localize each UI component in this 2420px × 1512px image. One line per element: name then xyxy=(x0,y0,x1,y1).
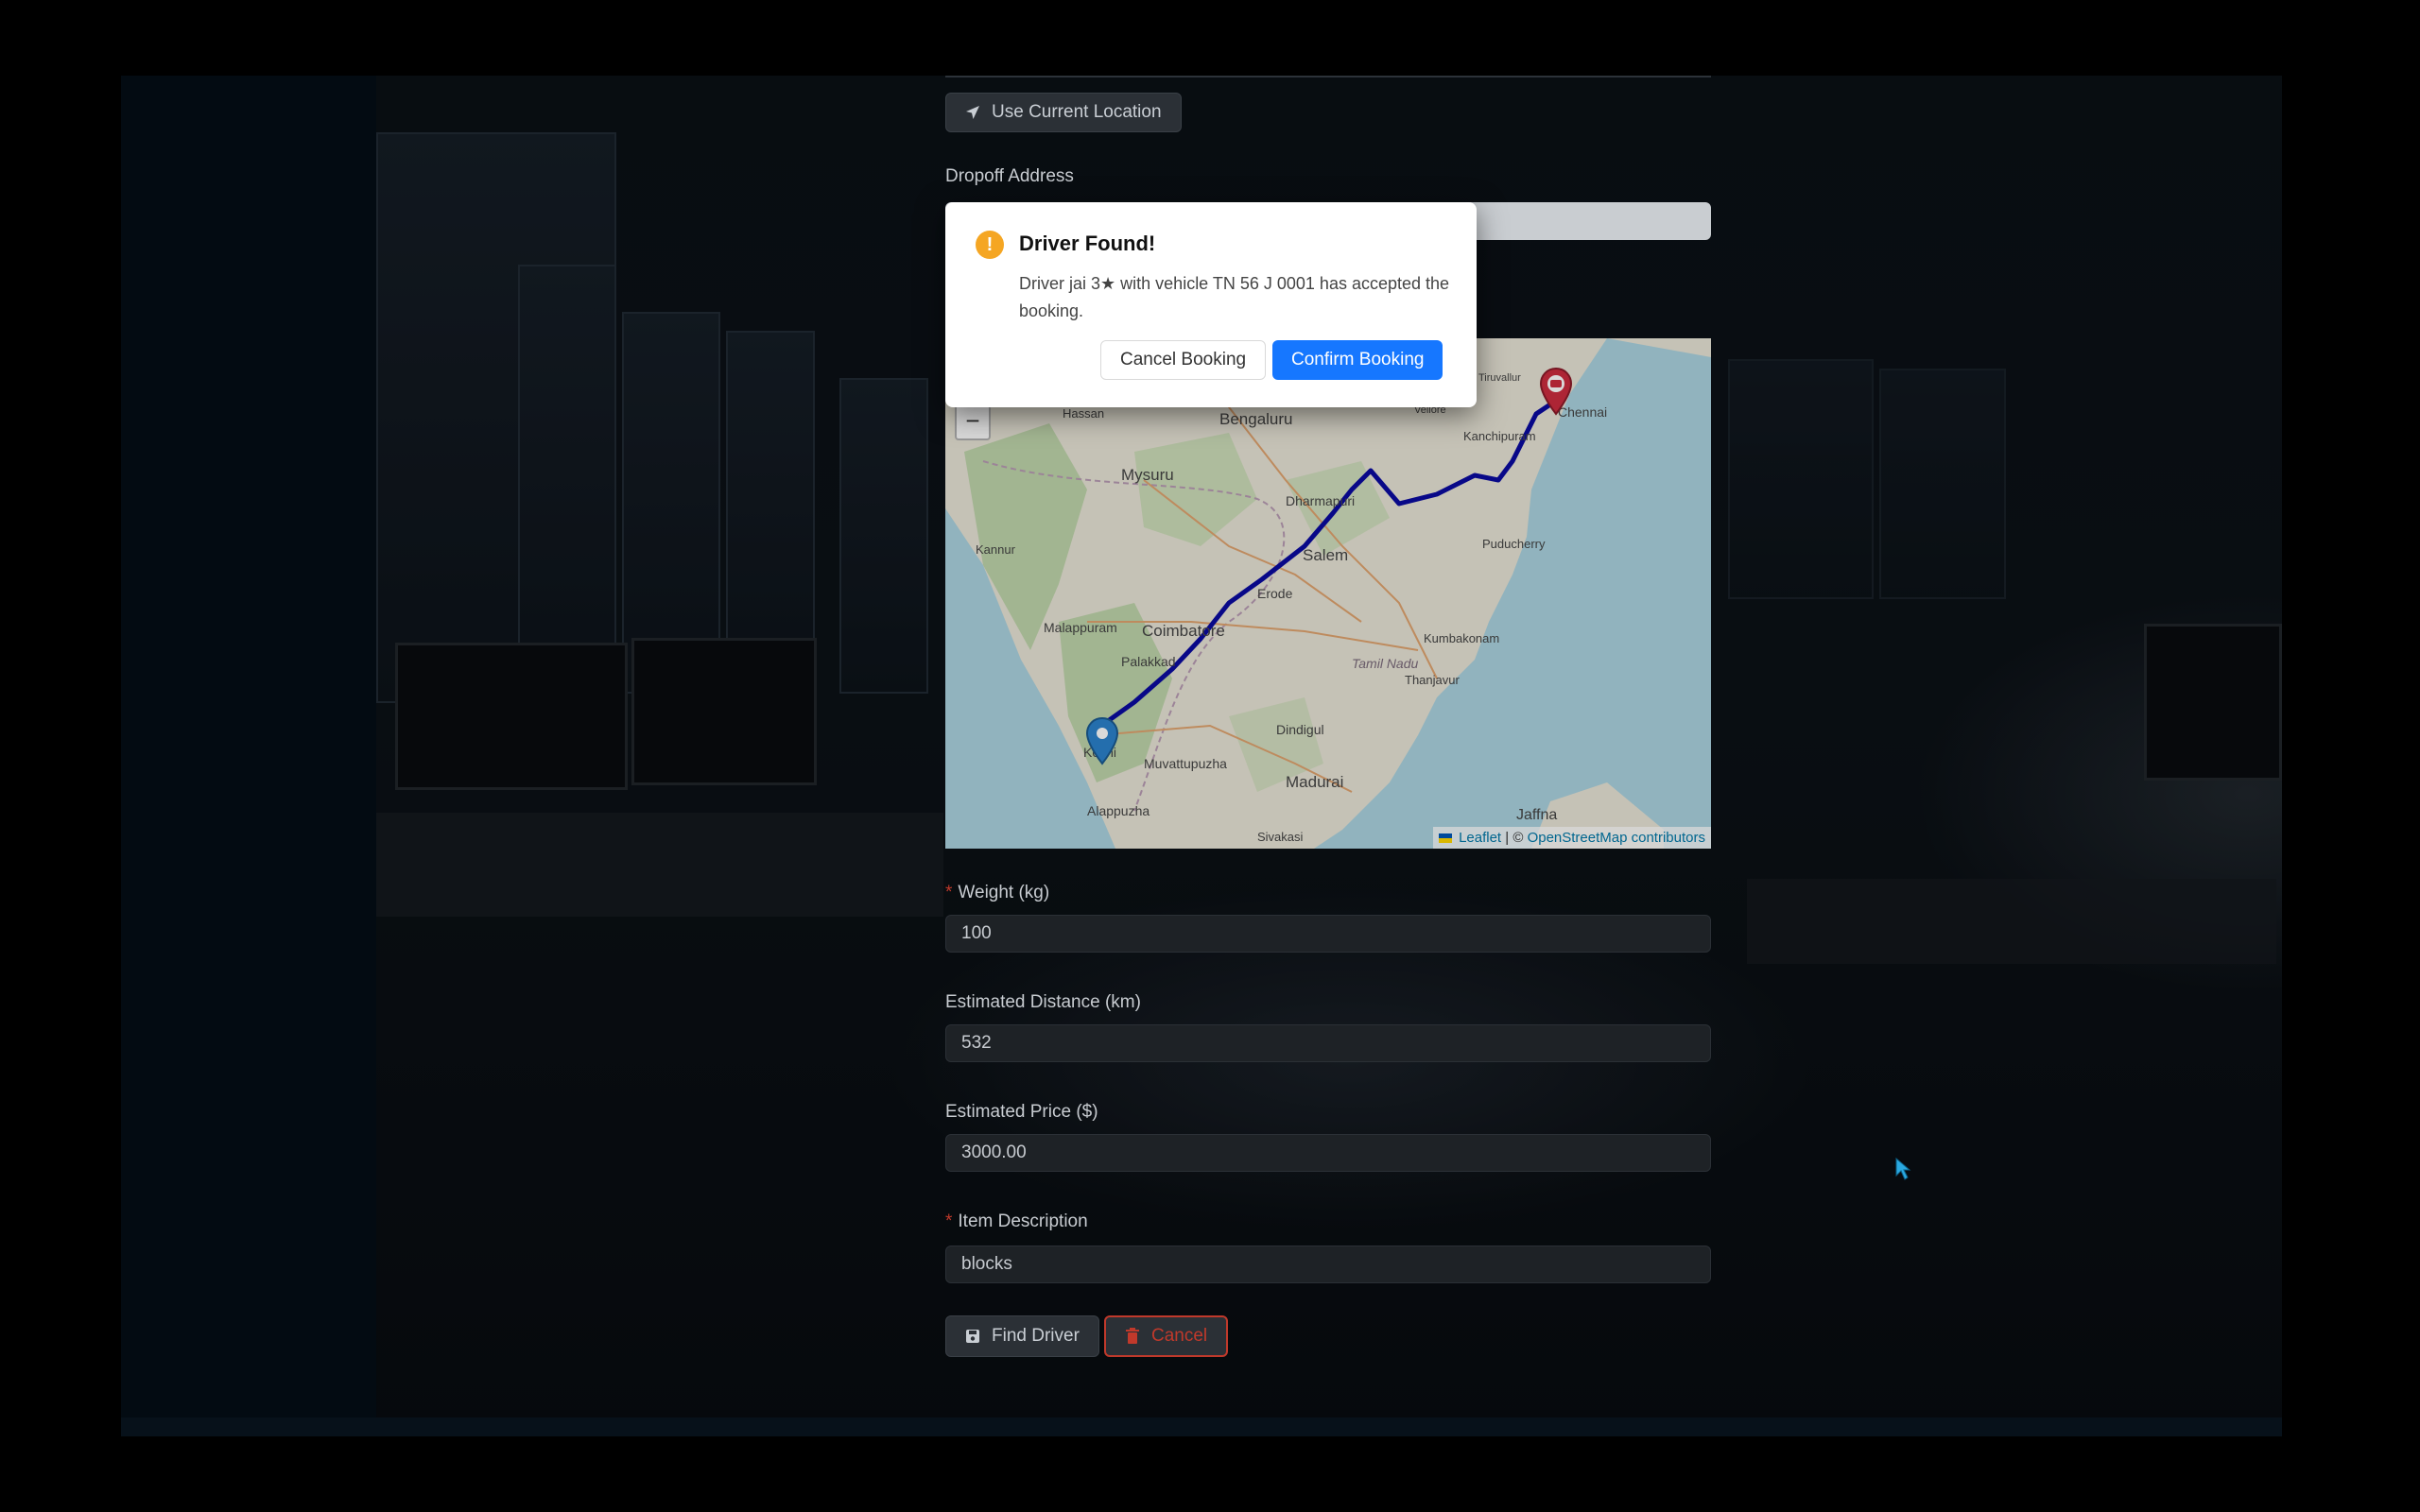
place-label: Kumbakonam xyxy=(1424,631,1500,645)
place-label: Salem xyxy=(1303,546,1349,564)
location-arrow-icon xyxy=(966,106,979,119)
place-label: Dharmapuri xyxy=(1286,493,1356,508)
price-input[interactable]: 3000.00 xyxy=(945,1134,1711,1172)
use-current-location-button[interactable]: Use Current Location xyxy=(945,93,1182,132)
osm-link[interactable]: OpenStreetMap contributors xyxy=(1528,830,1705,846)
place-label: Puducherry xyxy=(1482,537,1546,551)
place-label: Madurai xyxy=(1286,773,1344,791)
dialog-message: Driver jai 3★ with vehicle TN 56 J 0001 … xyxy=(1019,274,1450,320)
map-labels: Hassan Bengaluru Mysuru Kannur Dharmapur… xyxy=(945,338,1711,849)
place-label: Dindigul xyxy=(1276,722,1324,737)
cancel-booking-button[interactable]: Cancel Booking xyxy=(1100,340,1267,380)
weight-label: * Weight (kg) xyxy=(945,883,1049,903)
item-description-label: * Item Description xyxy=(945,1211,1088,1232)
dropoff-address-label: Dropoff Address xyxy=(945,166,1074,186)
place-label: Mysuru xyxy=(1121,466,1174,484)
pickup-marker-icon[interactable] xyxy=(1085,716,1119,765)
dialog-title: Driver Found! xyxy=(1019,232,1156,255)
zoom-out-button[interactable]: − xyxy=(955,404,991,440)
place-label: Coimbatore xyxy=(1142,622,1225,640)
distance-input[interactable]: 532 xyxy=(945,1024,1711,1062)
divider xyxy=(945,76,1711,77)
place-label: Kannur xyxy=(976,542,1015,557)
dropoff-marker-icon[interactable] xyxy=(1539,367,1573,416)
place-label: Hassan xyxy=(1063,406,1105,421)
leaflet-link[interactable]: Leaflet xyxy=(1459,830,1501,846)
save-icon xyxy=(966,1330,979,1343)
use-current-location-label: Use Current Location xyxy=(992,102,1162,122)
ukraine-flag-icon xyxy=(1438,833,1452,844)
mouse-cursor-icon xyxy=(1895,1157,1911,1180)
place-label: Palakkad xyxy=(1121,654,1176,669)
weight-input[interactable]: 100 xyxy=(945,915,1711,953)
cancel-label: Cancel xyxy=(1151,1326,1208,1346)
route-map[interactable]: Hassan Bengaluru Mysuru Kannur Dharmapur… xyxy=(945,338,1711,849)
place-label: Bengaluru xyxy=(1219,410,1293,428)
place-label: Malappuram xyxy=(1044,620,1117,635)
map-attribution: Leaflet | © OpenStreetMap contributors xyxy=(1432,827,1711,849)
find-driver-label: Find Driver xyxy=(992,1326,1080,1346)
distance-label: Estimated Distance (km) xyxy=(945,992,1141,1012)
driver-found-dialog: ! Driver Found! Driver jai 3★ with vehic… xyxy=(945,202,1477,407)
place-label: Alappuzha xyxy=(1087,803,1150,818)
item-description-input[interactable]: blocks xyxy=(945,1246,1711,1283)
trash-icon xyxy=(1126,1328,1139,1344)
required-mark: * xyxy=(945,883,953,902)
place-label: Jaffna xyxy=(1516,807,1558,823)
place-label: Sivakasi xyxy=(1257,830,1304,844)
place-label: Erode xyxy=(1257,586,1293,601)
weight-label-text: Weight (kg) xyxy=(958,883,1050,902)
required-mark: * xyxy=(945,1211,953,1231)
find-driver-button[interactable]: Find Driver xyxy=(945,1315,1099,1357)
item-description-label-text: Item Description xyxy=(958,1211,1088,1231)
confirm-booking-button[interactable]: Confirm Booking xyxy=(1272,340,1443,380)
place-label: Tiruvallur xyxy=(1478,372,1521,384)
place-label: Tamil Nadu xyxy=(1352,656,1419,671)
price-label: Estimated Price ($) xyxy=(945,1102,1098,1122)
attribution-separator: | © xyxy=(1501,830,1528,846)
warning-icon: ! xyxy=(976,231,1004,259)
cancel-button[interactable]: Cancel xyxy=(1104,1315,1229,1357)
place-label: Muvattupuzha xyxy=(1144,756,1227,771)
place-label: Kanchipuram xyxy=(1463,429,1536,443)
place-label: Thanjavur xyxy=(1405,673,1460,687)
